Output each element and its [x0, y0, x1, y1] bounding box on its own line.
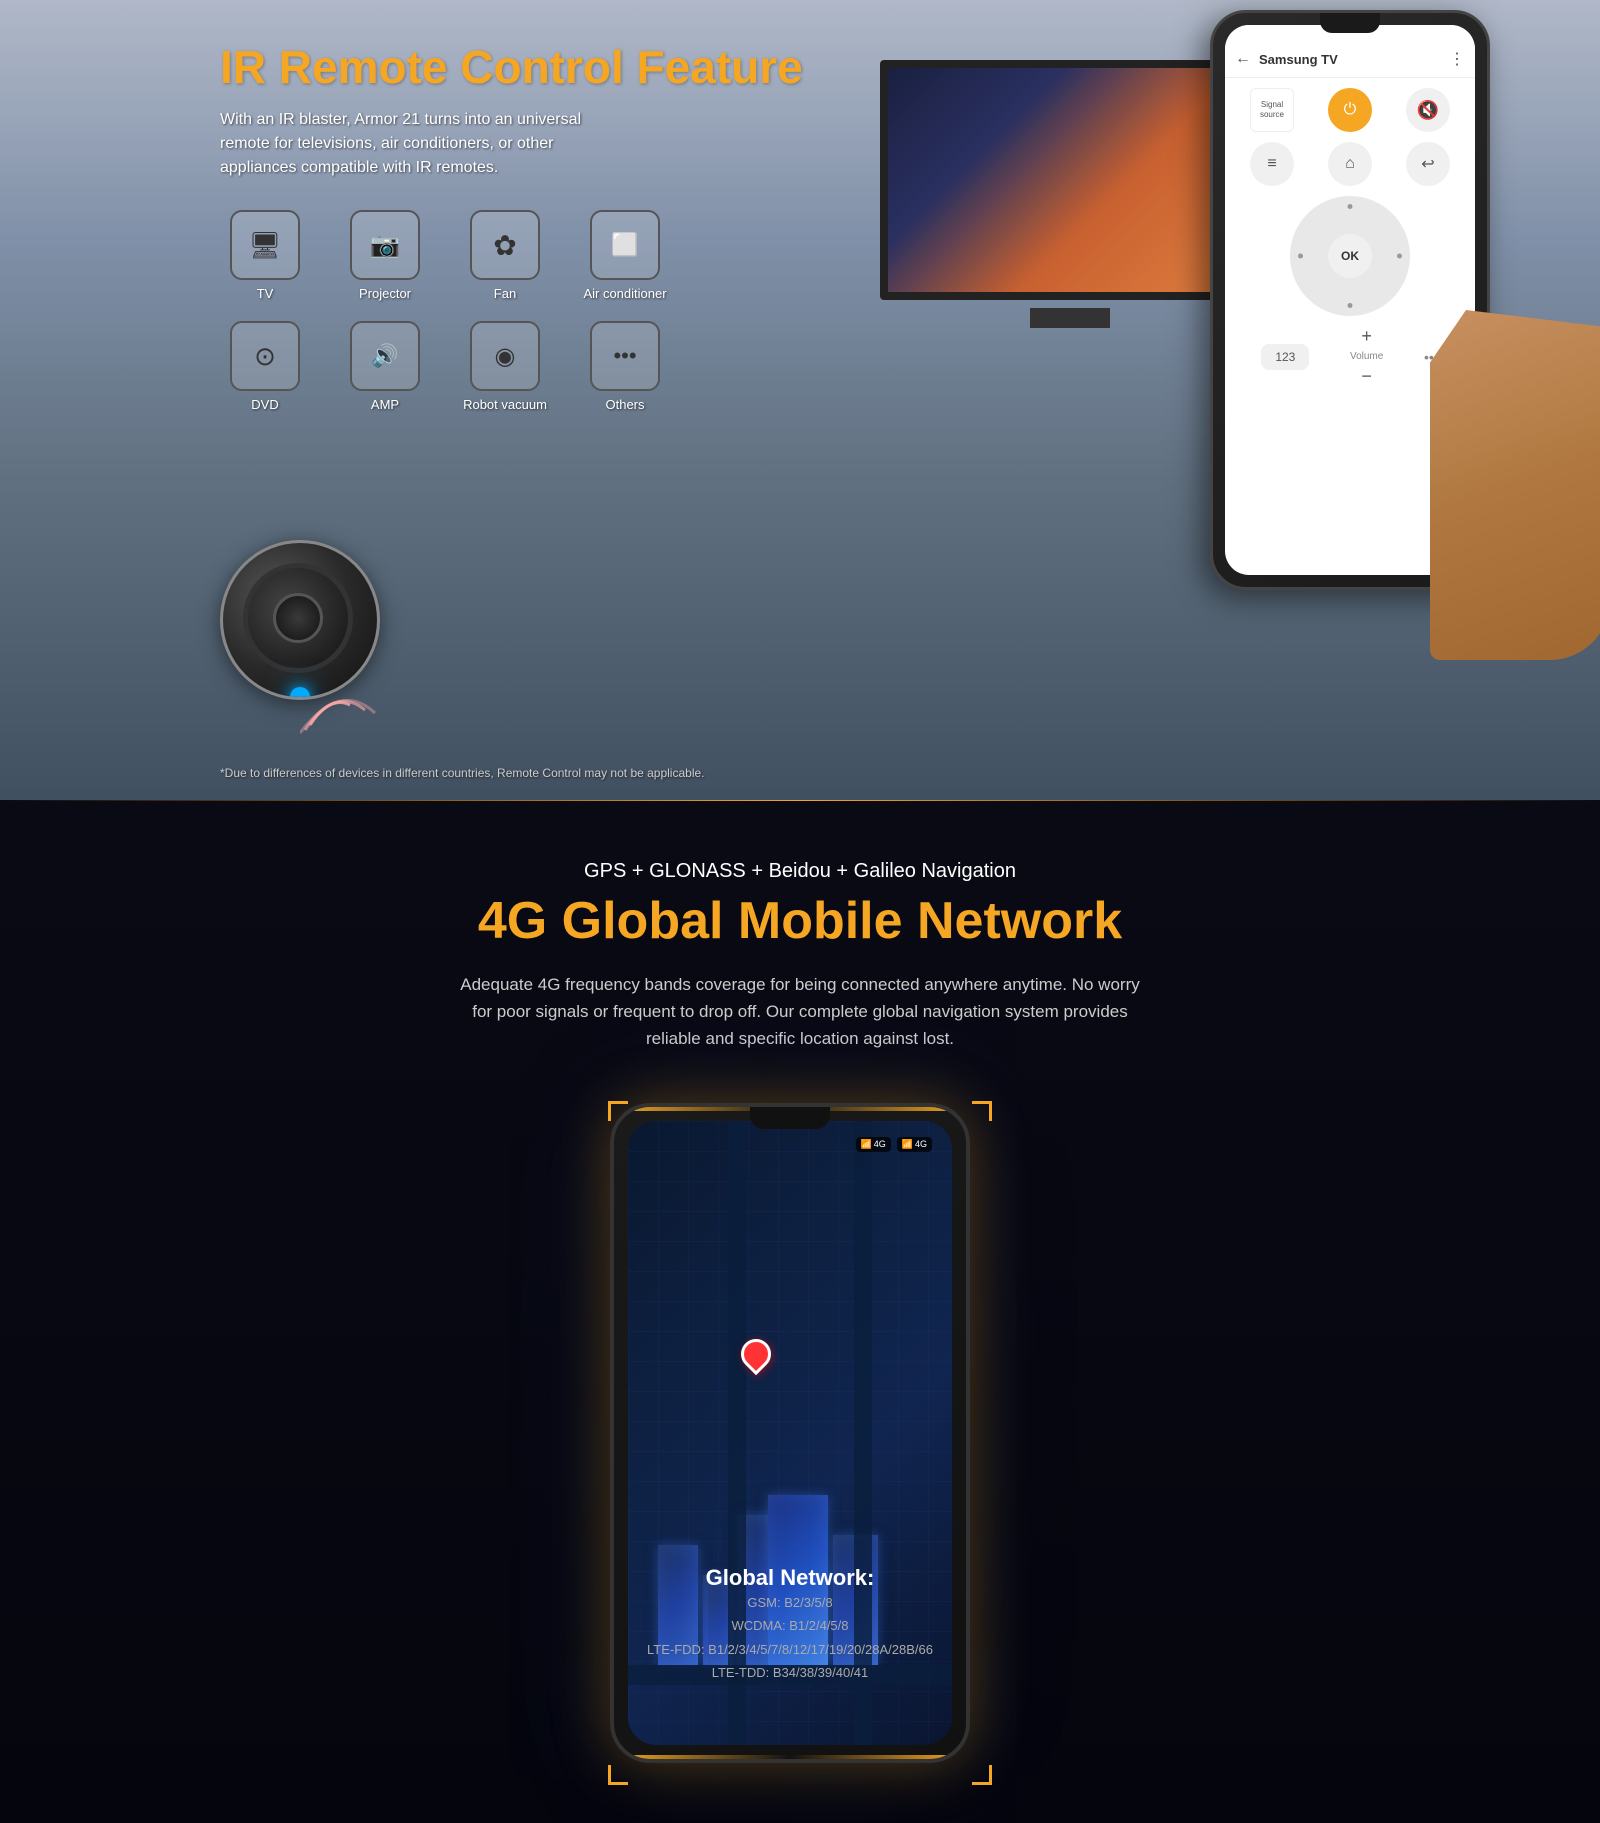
signal-badge-2: 📶 4G [897, 1137, 932, 1152]
gps-phone-mockup: 📶 4G 📶 4G Global Network: GSM: B2/3/5/8 [610, 1103, 990, 1783]
mute-button[interactable]: 🔇 [1406, 88, 1450, 132]
icon-item-others[interactable]: ••• Others [580, 321, 670, 412]
top-divider [0, 800, 1600, 801]
projector-label: Projector [359, 286, 411, 301]
vacuum-label: Robot vacuum [463, 397, 547, 412]
dpad-circle: OK [1290, 196, 1410, 316]
dpad-dot-right [1397, 254, 1402, 259]
signal-badges: 📶 4G 📶 4G [856, 1137, 932, 1152]
gps-phone-body: 📶 4G 📶 4G Global Network: GSM: B2/3/5/8 [610, 1103, 970, 1763]
vacuum-icon: ◉ [495, 342, 516, 371]
home-btn[interactable]: ⌂ [1328, 142, 1372, 186]
projector-icon: 📷 [370, 231, 400, 260]
ac-icon-box: ⬜ [590, 210, 660, 280]
ac-label: Air conditioner [583, 286, 666, 301]
dpad-dot-left [1298, 254, 1303, 259]
vol-minus-btn[interactable]: − [1361, 366, 1372, 387]
icon-item-projector[interactable]: 📷 Projector [340, 210, 430, 301]
network-info: Global Network: GSM: B2/3/5/8 WCDMA: B1/… [628, 1565, 952, 1685]
dvd-icon: ⊙ [254, 341, 276, 372]
map-pin [741, 1339, 771, 1369]
dpad-dot-bottom [1348, 303, 1353, 308]
corner-bl [608, 1765, 628, 1785]
others-label: Others [605, 397, 644, 412]
signal-icon-2: 📶 [902, 1139, 913, 1150]
ctrl-row-1: Signal source ⏻ 🔇 [1233, 88, 1467, 132]
corner-tr [972, 1101, 992, 1121]
ir-section: IR Remote Control Feature With an IR bla… [0, 0, 1600, 800]
vacuum-icon-box: ◉ [470, 321, 540, 391]
dvd-icon-box: ⊙ [230, 321, 300, 391]
hand [1430, 310, 1600, 660]
others-icon-box: ••• [590, 321, 660, 391]
icon-item-vacuum[interactable]: ◉ Robot vacuum [460, 321, 550, 412]
tv-icon-box: 🖥 [230, 210, 300, 280]
remote-controls: Signal source ⏻ 🔇 ≡ ⌂ ↩ [1225, 78, 1475, 397]
icon-item-tv[interactable]: 🖥 TV [220, 210, 310, 301]
icon-item-dvd[interactable]: ⊙ DVD [220, 321, 310, 412]
amp-icon-box: 🔊 [350, 321, 420, 391]
signal-source-label: Signal source [1255, 100, 1289, 119]
amp-icon: 🔊 [371, 343, 398, 369]
vol-label: Volume [1350, 351, 1383, 362]
tv-icon: 🖥 [248, 230, 281, 261]
back-button[interactable]: ← [1235, 50, 1251, 68]
others-icon: ••• [613, 343, 636, 369]
phone-mockup: ← Samsung TV ⋮ Signal source ⏻ 🔇 [1210, 10, 1550, 690]
gps-subtitle: GPS + GLONASS + Beidou + Galileo Navigat… [584, 860, 1016, 883]
back-ctrl-btn[interactable]: ↩ [1406, 142, 1450, 186]
icon-item-ac[interactable]: ⬜ Air conditioner [580, 210, 670, 301]
gps-screen: 📶 4G 📶 4G Global Network: GSM: B2/3/5/8 [628, 1121, 952, 1745]
signal-icon: 📶 [861, 1139, 872, 1150]
disclaimer-text: *Due to differences of devices in differ… [220, 766, 705, 780]
signal-source-btn[interactable]: Signal source [1250, 88, 1294, 132]
dpad-dot-top [1348, 204, 1353, 209]
amp-label: AMP [371, 397, 399, 412]
signal-badge-1: 📶 4G [856, 1137, 891, 1152]
menu-ctrl-btn[interactable]: ≡ [1250, 142, 1294, 186]
ir-description: With an IR blaster, Armor 21 turns into … [220, 108, 600, 180]
projector-icon-box: 📷 [350, 210, 420, 280]
app-title: Samsung TV [1259, 52, 1441, 67]
network-title: Global Network: [628, 1565, 952, 1591]
icon-item-fan[interactable]: ✿ Fan [460, 210, 550, 301]
icon-item-amp[interactable]: 🔊 AMP [340, 321, 430, 412]
ctrl-row-2: ≡ ⌂ ↩ [1233, 142, 1467, 186]
num-btn[interactable]: 123 [1261, 344, 1309, 370]
dpad: OK [1290, 196, 1410, 316]
volume-control: + Volume − [1350, 326, 1383, 387]
phone-notch [1320, 13, 1380, 33]
network-specs: GSM: B2/3/5/8 WCDMA: B1/2/4/5/8 LTE-FDD:… [628, 1591, 952, 1685]
sound-waves [300, 675, 400, 735]
pin-circle [735, 1333, 777, 1375]
ac-icon: ⬜ [611, 232, 638, 258]
gps-title: 4G Global Mobile Network [478, 891, 1122, 951]
corner-br [972, 1765, 992, 1785]
dvd-label: DVD [251, 397, 278, 412]
fan-label: Fan [494, 286, 516, 301]
corner-tl [608, 1101, 628, 1121]
gps-phone-notch [750, 1107, 830, 1129]
gps-section: GPS + GLONASS + Beidou + Galileo Navigat… [0, 800, 1600, 1823]
power-button[interactable]: ⏻ [1328, 88, 1372, 132]
vol-plus-btn[interactable]: + [1361, 326, 1372, 347]
ok-button[interactable]: OK [1328, 234, 1372, 278]
gps-description: Adequate 4G frequency bands coverage for… [450, 971, 1150, 1053]
menu-button[interactable]: ⋮ [1449, 49, 1465, 69]
fan-icon: ✿ [493, 229, 516, 262]
map-background: 📶 4G 📶 4G Global Network: GSM: B2/3/5/8 [628, 1121, 952, 1745]
tv-label: TV [257, 286, 274, 301]
fan-icon-box: ✿ [470, 210, 540, 280]
